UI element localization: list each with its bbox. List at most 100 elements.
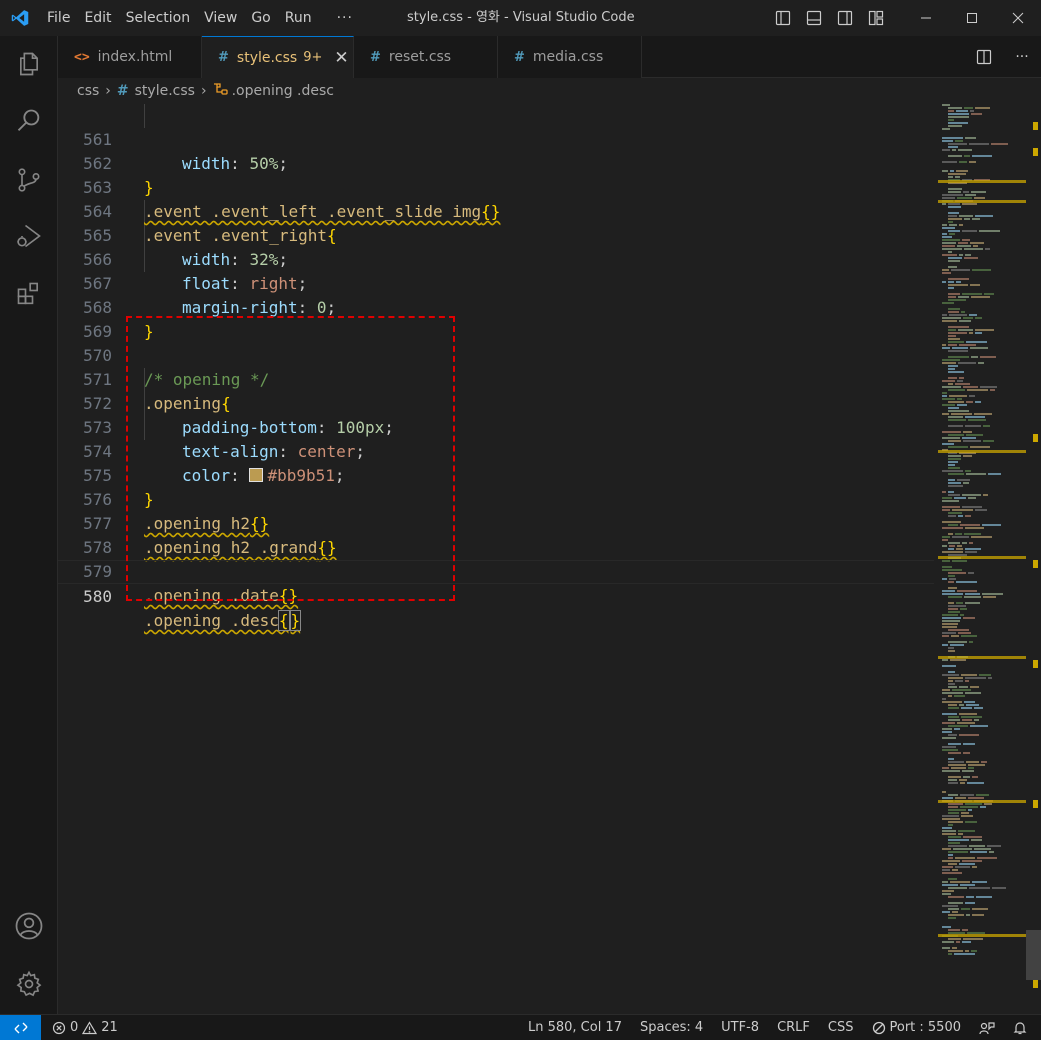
- minimap-line: [942, 248, 962, 250]
- account-icon[interactable]: [0, 902, 58, 950]
- breadcrumb-symbol[interactable]: .opening .desc: [232, 83, 334, 99]
- minimap-line: [948, 293, 960, 295]
- minimap-line: [948, 419, 966, 421]
- title-controls: [767, 0, 1041, 36]
- minimap-line: [948, 650, 955, 652]
- tab-index-html[interactable]: <> index.html: [58, 36, 202, 78]
- minimap-line: [948, 146, 958, 148]
- extensions-icon[interactable]: [0, 270, 58, 318]
- minimap-line: [948, 581, 954, 583]
- code-line: 575 }: [58, 440, 934, 509]
- minimap-line: [942, 632, 956, 634]
- code-editor[interactable]: 561 width: 50%; 562 } 563 .event .event_…: [58, 104, 934, 1014]
- close-window-icon[interactable]: [995, 0, 1041, 36]
- minimap-line: [942, 272, 951, 274]
- split-editor-icon[interactable]: [965, 49, 1003, 65]
- close-tab-icon[interactable]: ✕: [334, 48, 348, 68]
- minimap-line: [942, 623, 958, 625]
- minimap-line: [948, 491, 954, 493]
- chevron-right-icon: ›: [200, 83, 207, 99]
- toggle-primary-sidebar-icon[interactable]: [767, 0, 798, 36]
- minimap-line: [952, 149, 956, 151]
- settings-gear-icon[interactable]: [0, 960, 58, 1008]
- minimap[interactable]: [938, 104, 1026, 1014]
- menu-file[interactable]: File: [40, 6, 77, 30]
- menu-go[interactable]: Go: [244, 6, 277, 30]
- minimap-line: [948, 950, 963, 952]
- maximize-icon[interactable]: [949, 0, 995, 36]
- tab-reset-css[interactable]: # reset.css: [354, 36, 498, 78]
- code-line: 565 width: 32%;: [58, 200, 934, 269]
- minimap-line: [948, 887, 967, 889]
- explorer-icon[interactable]: [0, 40, 58, 88]
- feedback-icon[interactable]: [970, 1015, 1004, 1040]
- toggle-panel-icon[interactable]: [798, 0, 829, 36]
- encoding-setting[interactable]: UTF-8: [712, 1015, 768, 1040]
- minimap-line: [952, 509, 973, 511]
- tab-actions: ···: [965, 36, 1041, 78]
- minimap-line: [957, 590, 977, 592]
- minimap-line: [963, 617, 975, 619]
- source-control-icon[interactable]: [0, 156, 58, 204]
- vertical-scrollbar[interactable]: [1026, 104, 1041, 1014]
- cursor-position[interactable]: Ln 580, Col 17: [519, 1015, 631, 1040]
- minimap-line: [948, 425, 963, 427]
- toggle-secondary-sidebar-icon[interactable]: [829, 0, 860, 36]
- language-mode[interactable]: CSS: [819, 1015, 863, 1040]
- minimap-line: [972, 776, 978, 778]
- menu-selection[interactable]: Selection: [119, 6, 198, 30]
- minimap-line: [974, 719, 979, 721]
- minimize-icon[interactable]: [903, 0, 949, 36]
- problems-indicator[interactable]: 0 21: [43, 1015, 127, 1040]
- menu-run[interactable]: Run: [278, 6, 319, 30]
- menu-more[interactable]: ···: [319, 6, 365, 30]
- minimap-line: [948, 929, 960, 931]
- minimap-line: [980, 386, 997, 388]
- run-debug-icon[interactable]: [0, 212, 58, 260]
- minimap-line: [942, 269, 949, 271]
- minimap-line: [983, 596, 996, 598]
- minimap-line: [948, 752, 961, 754]
- more-actions-icon[interactable]: ···: [1003, 49, 1041, 65]
- minimap-line: [970, 347, 988, 349]
- minimap-line: [948, 281, 954, 283]
- minimap-line: [942, 827, 952, 829]
- breadcrumb-folder[interactable]: css: [77, 83, 99, 99]
- minimap-line: [942, 620, 960, 622]
- minimap-line: [972, 866, 977, 868]
- minimap-line: [969, 845, 985, 847]
- minimap-line: [948, 455, 961, 457]
- indentation-setting[interactable]: Spaces: 4: [631, 1015, 712, 1040]
- notifications-bell-icon[interactable]: [1004, 1015, 1041, 1040]
- minimap-line: [974, 413, 992, 415]
- eol-setting[interactable]: CRLF: [768, 1015, 819, 1040]
- minimap-line: [965, 803, 982, 805]
- minimap-line: [948, 329, 956, 331]
- scrollbar-thumb[interactable]: [1026, 930, 1041, 980]
- minimap-line: [948, 917, 956, 919]
- minimap-line: [974, 707, 983, 709]
- breadcrumb-file[interactable]: style.css: [135, 83, 195, 99]
- menu-view[interactable]: View: [197, 6, 244, 30]
- customize-layout-icon[interactable]: [860, 0, 891, 36]
- minimap-line: [948, 407, 959, 409]
- minimap-line: [969, 161, 976, 163]
- menu-edit[interactable]: Edit: [77, 6, 118, 30]
- minimap-line: [958, 242, 968, 244]
- minimap-line: [948, 125, 962, 127]
- minimap-line: [948, 344, 957, 346]
- minimap-line: [942, 749, 958, 751]
- minimap-line: [968, 767, 974, 769]
- minimap-line: [968, 497, 976, 499]
- scrollbar-warning-mark: [1033, 980, 1038, 988]
- minimap-line: [962, 437, 976, 439]
- live-server-port[interactable]: Port : 5500: [863, 1015, 971, 1040]
- minimap-line: [950, 881, 970, 883]
- minimap-line: [971, 536, 992, 538]
- tab-media-css[interactable]: # media.css: [498, 36, 642, 78]
- minimap-line: [948, 683, 955, 685]
- code-line: 574 color: #bb9b51;: [58, 416, 934, 485]
- remote-indicator-icon[interactable]: [0, 1014, 41, 1040]
- tab-style-css[interactable]: # style.css 9+ ✕: [202, 36, 354, 78]
- search-icon[interactable]: [0, 97, 58, 145]
